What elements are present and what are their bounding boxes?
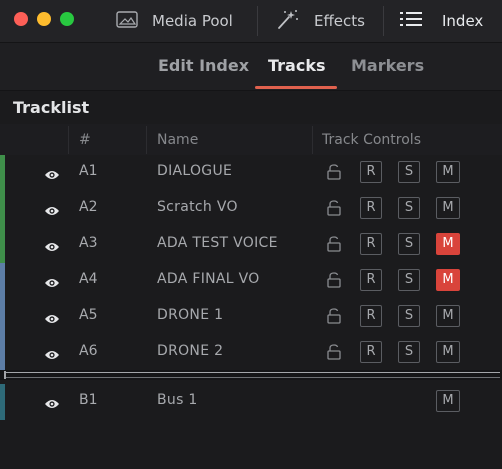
lock-icon[interactable] [327,200,341,220]
mute-button[interactable]: M [436,390,460,412]
track-row[interactable]: A5 DRONE 1 RSM [0,299,502,336]
column-divider [68,126,69,154]
magic-wand-icon [276,8,300,34]
track-color-stripe [0,299,5,335]
track-color-stripe [0,384,5,420]
lock-icon[interactable] [327,344,341,364]
active-tab-indicator [255,86,337,89]
effects-label: Effects [314,12,365,30]
bus-row[interactable]: B1 Bus 1 M [0,384,502,421]
toolbar-divider [257,6,258,36]
minimize-window-button[interactable] [37,12,51,26]
index-tabs: Edit Index Tracks Markers [0,43,502,90]
track-row[interactable]: A4 ADA FINAL VO R S M [0,263,502,300]
lock-icon[interactable] [327,236,341,256]
track-number: A2 [79,199,98,215]
track-bus-divider[interactable] [0,370,502,380]
track-number: A3 [79,235,98,251]
eye-icon[interactable] [44,395,60,414]
track-color-stripe [0,191,5,227]
record-arm-button[interactable]: R [360,305,382,327]
solo-button[interactable]: S [398,197,420,219]
track-name: DRONE 2 [157,343,224,359]
tab-edit-index[interactable]: Edit Index [158,56,249,75]
eye-icon[interactable] [44,310,60,329]
media-pool-icon [116,10,138,32]
track-number: A5 [79,307,98,323]
track-color-stripe [0,155,5,191]
eye-icon[interactable] [44,238,60,257]
solo-button[interactable]: S [398,305,420,327]
track-name: Bus 1 [157,392,198,408]
toolbar-divider [383,6,384,36]
column-header-number[interactable]: # [79,132,91,148]
track-row[interactable]: A3 ADA TEST VOICE R S M [0,227,502,264]
track-number: B1 [79,392,98,408]
column-divider [146,126,147,154]
track-name: ADA FINAL VO [157,271,260,287]
track-name: ADA TEST VOICE [157,235,278,251]
record-arm-button[interactable]: R [360,197,382,219]
track-color-stripe [0,227,5,263]
track-name: DIALOGUE [157,163,233,179]
solo-button[interactable]: S [398,161,420,183]
track-number: A1 [79,163,98,179]
mute-button[interactable]: M [436,233,460,255]
track-row[interactable]: A6 DRONE 2 RSM [0,335,502,372]
lock-icon[interactable] [327,164,341,184]
mute-button[interactable]: M [436,197,460,219]
track-number: A6 [79,343,98,359]
record-arm-button[interactable]: R [360,161,382,183]
eye-icon[interactable] [44,166,60,185]
mute-button[interactable]: M [436,161,460,183]
track-color-stripe [0,335,5,371]
empty-area [0,420,502,469]
media-pool-button[interactable]: Media Pool [116,0,233,42]
close-window-button[interactable] [14,12,28,26]
media-pool-label: Media Pool [152,12,233,30]
lock-icon[interactable] [327,272,341,292]
lock-icon[interactable] [327,308,341,328]
tab-markers[interactable]: Markers [351,56,424,75]
tracklist-title: Tracklist [13,98,90,117]
track-row[interactable]: A2 Scratch VO R S M [0,191,502,228]
track-name: Scratch VO [157,199,238,215]
solo-button[interactable]: S [398,233,420,255]
index-label: Index [442,12,484,30]
tab-tracks[interactable]: Tracks [268,56,326,75]
list-icon [400,11,422,31]
index-button[interactable]: Index [400,0,483,42]
mute-button[interactable]: M [436,341,460,363]
column-header-track-controls: Track Controls [322,132,421,148]
record-arm-button[interactable]: R [360,233,382,255]
track-number: A4 [79,271,98,287]
column-divider [312,126,313,154]
eye-icon[interactable] [44,346,60,365]
solo-button[interactable]: S [398,269,420,291]
record-arm-button[interactable]: R [360,341,382,363]
top-toolbar: Media Pool Effects Index [0,0,502,43]
eye-icon[interactable] [44,202,60,221]
zoom-window-button[interactable] [60,12,74,26]
track-name: DRONE 1 [157,307,224,323]
record-arm-button[interactable]: R [360,269,382,291]
mute-button[interactable]: M [436,269,460,291]
mute-button[interactable]: M [436,305,460,327]
solo-button[interactable]: S [398,341,420,363]
effects-button[interactable]: Effects [276,0,365,42]
column-header-name[interactable]: Name [157,132,198,148]
tracklist-column-header: # Name Track Controls [0,124,502,157]
eye-icon[interactable] [44,274,60,293]
track-color-stripe [0,263,5,299]
tracklist-header: Tracklist [0,90,502,123]
track-row[interactable]: A1 DIALOGUE R S M [0,155,502,192]
